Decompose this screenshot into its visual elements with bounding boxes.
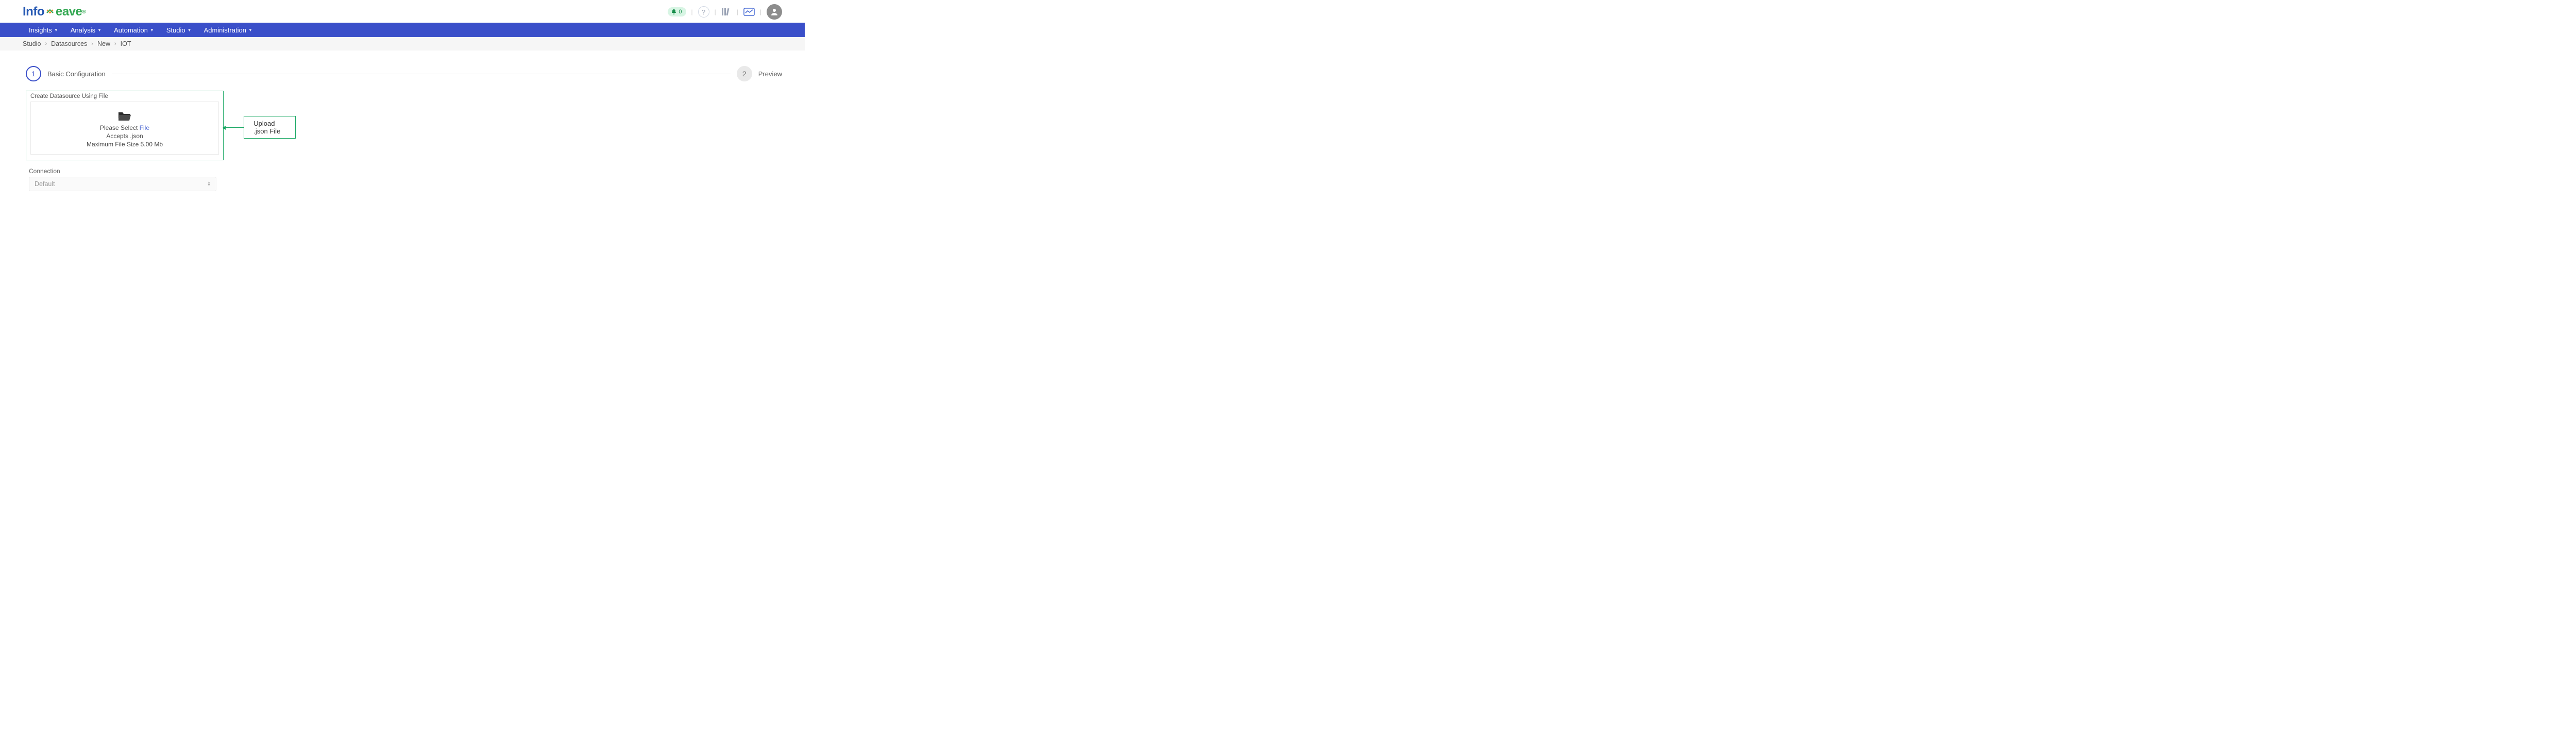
nav-label: Studio	[166, 26, 185, 34]
help-button[interactable]: ?	[698, 6, 709, 18]
select-stepper-icon: ▲▼	[207, 181, 211, 187]
topbar-right: 0 | ? | | |	[668, 4, 782, 20]
logo-weave-icon	[45, 7, 55, 17]
nav-analysis[interactable]: Analysis▼	[64, 23, 108, 37]
connection-select[interactable]: Default ▲▼	[29, 177, 216, 191]
upload-dropzone[interactable]: Please Select File Accepts .json Maximum…	[30, 102, 219, 155]
callout: Upload .json File	[223, 116, 296, 139]
folder-open-icon	[117, 110, 132, 123]
bell-icon	[671, 9, 677, 15]
crumb-studio[interactable]: Studio	[23, 40, 41, 47]
separator: |	[714, 8, 717, 15]
user-icon	[770, 7, 779, 16]
nav-label: Administration	[204, 26, 246, 34]
notification-pill[interactable]: 0	[668, 7, 686, 16]
upload-select-line: Please Select File	[100, 124, 149, 131]
separator: |	[690, 8, 694, 15]
crumb-new[interactable]: New	[97, 40, 110, 47]
chevron-down-icon: ▼	[54, 28, 58, 32]
upload-legend: Create Datasource Using File	[30, 92, 219, 102]
crumb-iot[interactable]: IOT	[121, 40, 131, 47]
chevron-down-icon: ▼	[188, 28, 192, 32]
nav-administration[interactable]: Administration▼	[198, 23, 259, 37]
nav-insights[interactable]: Insights▼	[23, 23, 64, 37]
connection-label: Connection	[29, 167, 782, 175]
main-nav: Insights▼ Analysis▼ Automation▼ Studio▼ …	[0, 23, 805, 37]
stepper: 1 Basic Configuration 2 Preview	[26, 66, 782, 81]
chevron-down-icon: ▼	[97, 28, 101, 32]
upload-max: Maximum File Size 5.00 Mb	[87, 141, 163, 148]
nav-automation[interactable]: Automation▼	[108, 23, 160, 37]
notification-count: 0	[679, 9, 682, 15]
connection-value: Default	[35, 180, 55, 188]
chevron-right-icon: ›	[45, 41, 47, 47]
content: 1 Basic Configuration 2 Preview Create D…	[0, 51, 805, 207]
step-2-circle[interactable]: 2	[737, 66, 752, 81]
step-2-label: Preview	[758, 70, 782, 78]
chevron-right-icon: ›	[114, 41, 116, 47]
separator: |	[736, 8, 739, 15]
chevron-right-icon: ›	[91, 41, 93, 47]
dashboard-icon[interactable]	[743, 8, 755, 16]
chevron-down-icon: ▼	[248, 28, 252, 32]
topbar: Info eave ® 0 | ? | |	[0, 0, 805, 23]
step-1-label: Basic Configuration	[47, 70, 106, 78]
callout-box: Upload .json File	[244, 116, 296, 139]
file-link[interactable]: File	[140, 124, 149, 131]
upload-accepts: Accepts .json	[106, 132, 143, 140]
logo[interactable]: Info eave ®	[23, 5, 86, 19]
nav-label: Analysis	[71, 26, 95, 34]
callout-arrow	[223, 127, 244, 128]
nav-label: Automation	[114, 26, 148, 34]
breadcrumb: Studio › Datasources › New › IOT	[0, 37, 805, 51]
upload-box-highlight: Create Datasource Using File Please Sele…	[26, 91, 224, 160]
logo-text-right: eave	[56, 5, 82, 19]
nav-studio[interactable]: Studio▼	[160, 23, 198, 37]
chevron-down-icon: ▼	[150, 28, 154, 32]
crumb-datasources[interactable]: Datasources	[51, 40, 87, 47]
separator: |	[759, 8, 762, 15]
logo-registered: ®	[82, 9, 86, 15]
logo-text-left: Info	[23, 5, 44, 19]
library-icon[interactable]	[721, 7, 732, 16]
avatar[interactable]	[767, 4, 782, 20]
step-1-circle[interactable]: 1	[26, 66, 41, 81]
nav-label: Insights	[29, 26, 52, 34]
